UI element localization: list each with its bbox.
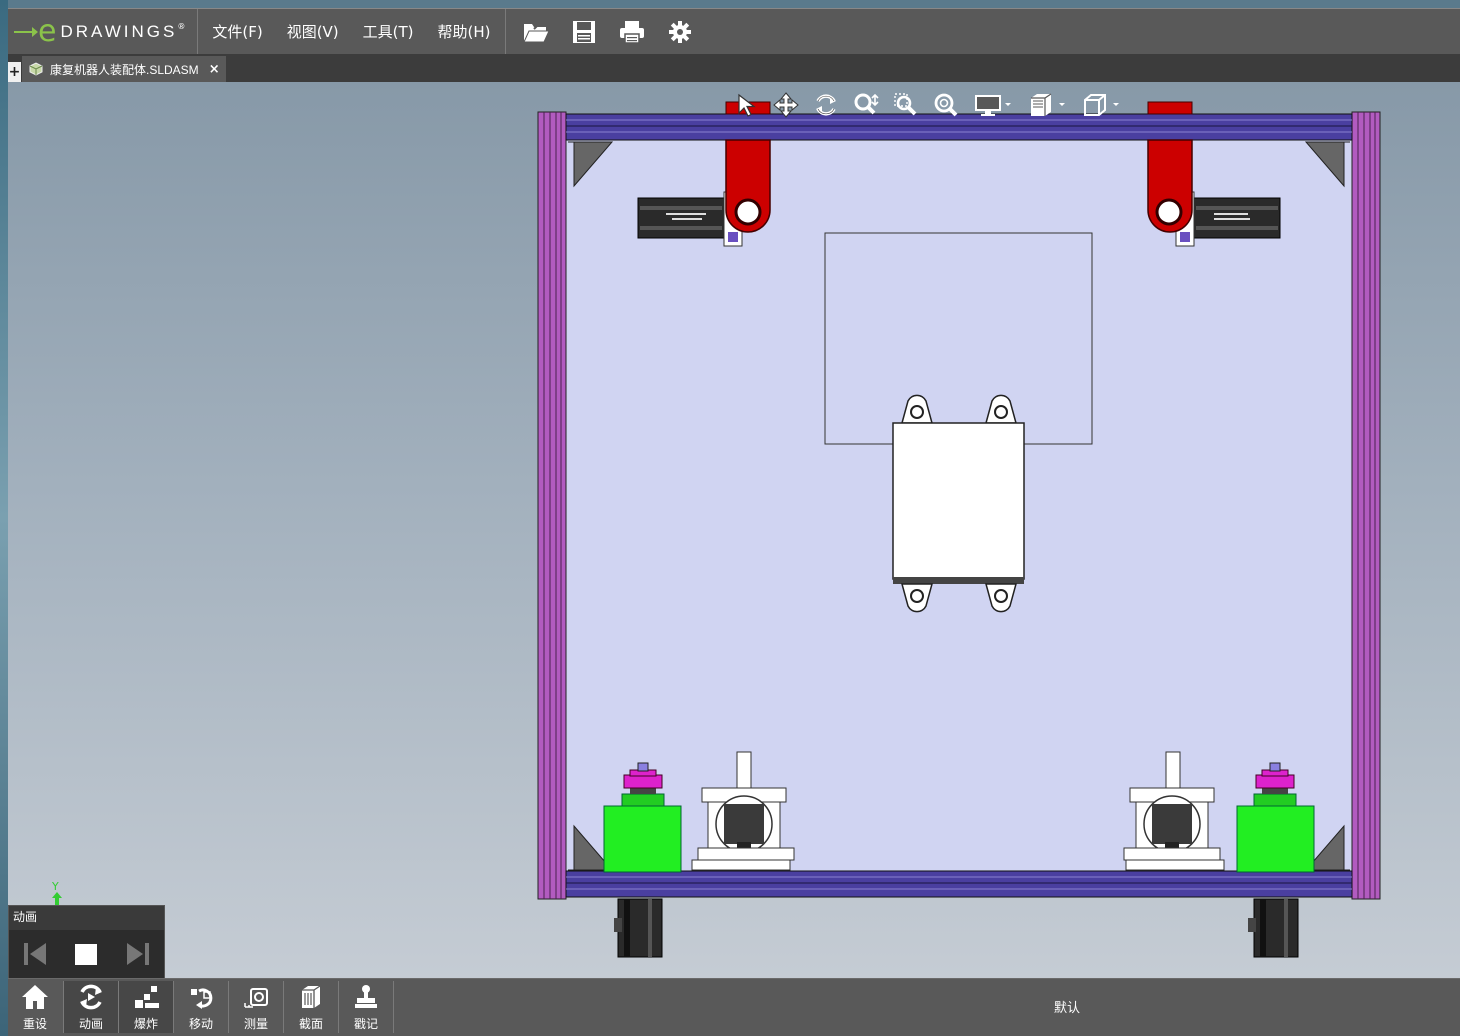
left-frame-post [537,111,567,900]
edrawings-window: e DRAWINGS ® 文件(F) 视图(V) 工具(T) 帮助(H) + 康… [0,0,1460,1036]
zoom-button[interactable] [846,88,886,122]
explode-button[interactable]: 爆炸 [119,981,173,1033]
file-toolbar [506,9,710,55]
stamp-button[interactable]: 戳记 [339,981,393,1033]
settings-gear-icon [668,20,691,43]
open-folder-button[interactable] [518,14,554,50]
section-icon [302,985,321,1008]
zoom-icon [854,93,879,115]
pan-icon [773,92,799,118]
right-support-leg [1248,898,1299,958]
desktop-edge [0,0,8,1036]
stop-icon[interactable] [73,941,99,967]
explode-icon [135,986,159,1008]
zoom-to-area-icon [894,93,917,116]
section-view-icon [1031,93,1065,116]
logo-arrow-icon [14,26,38,37]
document-tab[interactable]: 康复机器人装配体.SLDASM × [22,56,226,82]
model-viewport[interactable]: Y [8,82,1460,978]
measure-icon [244,988,268,1008]
menu-file[interactable]: 文件(F) [200,21,274,42]
save-icon [572,20,595,43]
animation-panel: 动画 [8,905,165,978]
animate-label: 动画 [78,1017,103,1031]
logo-registered-mark: ® [177,22,186,31]
configuration-label[interactable]: 默认 [1054,997,1080,1016]
new-tab-button[interactable]: + [8,62,21,82]
pan-button[interactable] [766,88,806,122]
print-button[interactable] [614,14,650,50]
section-view-dropdown[interactable] [1020,88,1074,122]
measure-label: 测量 [243,1017,268,1031]
close-tab-icon[interactable]: × [209,62,220,77]
edrawings-logo: e DRAWINGS ® [8,8,199,55]
zoom-to-fit-button[interactable] [926,88,966,122]
move-button[interactable]: 移动 [174,981,228,1033]
measure-button[interactable]: 测量 [229,981,283,1033]
main-menu: 文件(F) 视图(V) 工具(T) 帮助(H) [198,8,506,55]
heads-up-view-toolbar [726,88,1128,122]
previous-step-icon[interactable] [22,941,48,967]
section-button[interactable]: 截面 [284,981,338,1033]
home-icon [22,985,48,1009]
select-button[interactable] [726,88,766,122]
document-tab-bar: + 康复机器人装配体.SLDASM × [8,54,1460,82]
display-style-dropdown[interactable] [966,88,1020,122]
menu-view[interactable]: 视图(V) [275,21,351,42]
document-tab-title: 康复机器人装配体.SLDASM [50,62,199,77]
standard-views-dropdown[interactable] [1074,88,1128,122]
rotate-button[interactable] [806,88,846,122]
center-back-plate [824,232,1093,445]
move-icon [191,988,213,1009]
right-frame-post [1351,111,1381,900]
display-style-icon [975,95,1011,116]
animate-button[interactable]: 动画 [64,981,118,1033]
settings-button[interactable] [662,14,698,50]
open-folder-icon [522,21,550,42]
assembly-file-icon [29,62,43,76]
animate-icon [80,984,102,1010]
menu-help[interactable]: 帮助(H) [426,21,503,42]
section-label: 截面 [298,1017,323,1031]
bottom-toolbar: 重设 动画 爆炸 移动 测量 截面 戳记 默认 [8,978,1460,1036]
zoom-to-area-button[interactable] [886,88,926,122]
animation-panel-title: 动画 [13,910,38,924]
print-icon [619,20,644,44]
menu-tools[interactable]: 工具(T) [351,21,426,42]
standard-views-icon [1084,94,1119,116]
next-step-icon[interactable] [125,941,151,967]
zoom-to-fit-icon [934,93,958,117]
reset-button[interactable]: 重设 [8,981,62,1033]
center-control-box [892,394,1025,613]
stamp-icon [355,985,377,1008]
menu-bar: e DRAWINGS ® 文件(F) 视图(V) 工具(T) 帮助(H) [8,8,1460,55]
bottom-frame-rail [565,870,1353,898]
logo-letter: e [38,13,57,49]
animation-controls [9,930,164,978]
logo-word: DRAWINGS [60,21,178,41]
rotate-icon [816,94,836,116]
move-label: 移动 [188,1017,213,1031]
stamp-label: 戳记 [353,1017,378,1031]
save-button[interactable] [566,14,602,50]
reset-label: 重设 [22,1017,47,1031]
toolbar-divider [393,981,394,1033]
select-arrow-icon [738,93,756,117]
explode-label: 爆炸 [133,1017,158,1031]
assembly-model-drawing [537,101,1381,958]
left-support-leg [614,898,663,958]
